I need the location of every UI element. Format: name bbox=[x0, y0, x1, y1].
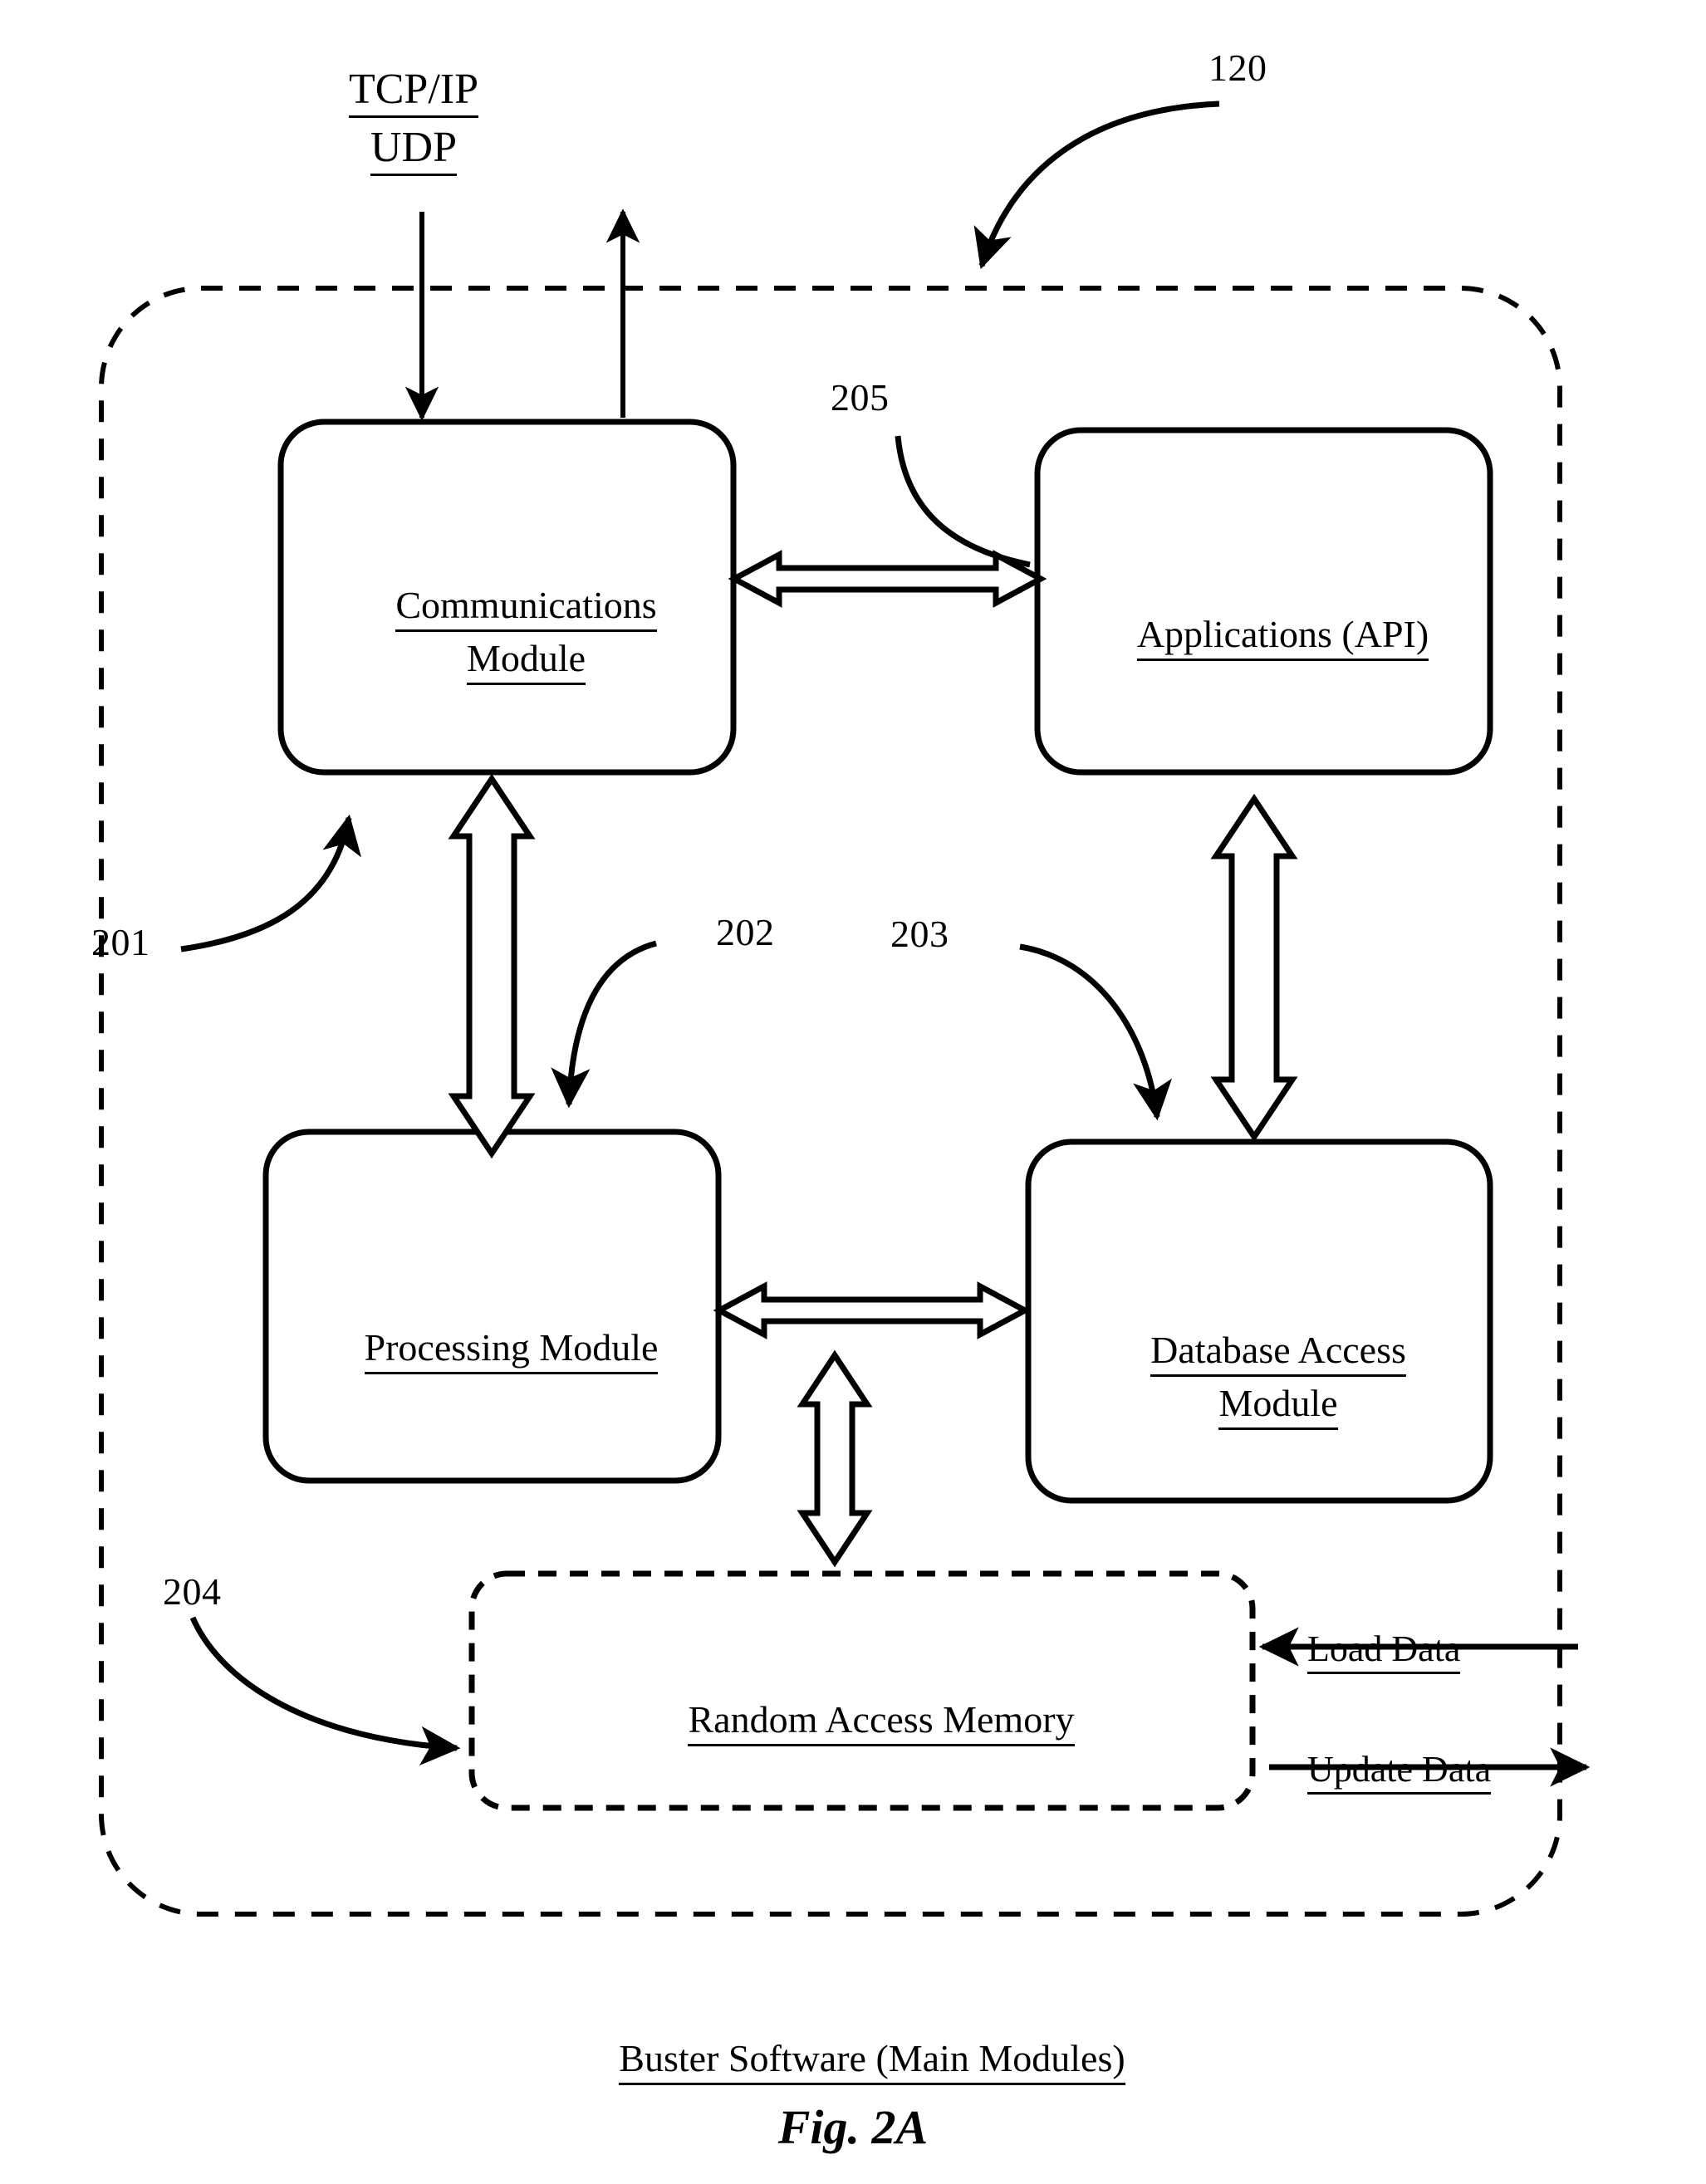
update-data-label: Update Data bbox=[1271, 1705, 1570, 1838]
arrow-processing-database bbox=[713, 1281, 1032, 1339]
leader-203 bbox=[1019, 943, 1173, 1121]
random-access-memory-label: Random Access Memory bbox=[472, 1653, 1253, 1791]
processing-module-label: Processing Module bbox=[266, 1281, 718, 1419]
protocol-label-udp: UDP bbox=[274, 106, 540, 192]
leader-120 bbox=[973, 100, 1220, 270]
arrow-communications-processing bbox=[448, 773, 536, 1159]
diagram-vector-layer bbox=[99, 100, 1591, 1917]
ref-numeral-205: 205 bbox=[831, 376, 890, 419]
ref-numeral-202: 202 bbox=[716, 911, 775, 953]
leader-205 bbox=[895, 435, 1031, 568]
figure-number-label: Fig. 2A bbox=[777, 2100, 929, 2154]
ref-numeral-204: 204 bbox=[163, 1570, 222, 1613]
ref-numeral-203: 203 bbox=[890, 913, 949, 955]
patent-figure-2a: TCP/IP UDP 120 Communications Module App… bbox=[0, 0, 1706, 2184]
arrow-bus-memory bbox=[797, 1349, 873, 1568]
ref-numeral-120: 120 bbox=[1208, 47, 1267, 89]
database-access-module-label-line2: Module bbox=[1028, 1336, 1490, 1475]
applications-module-label: Applications (API) bbox=[1037, 567, 1490, 706]
ref-numeral-201: 201 bbox=[91, 921, 150, 963]
arrow-applications-database bbox=[1210, 793, 1298, 1143]
leader-204 bbox=[189, 1616, 461, 1765]
load-data-label: Load Data bbox=[1271, 1584, 1553, 1717]
leader-202 bbox=[551, 940, 657, 1109]
communications-module-label-line2: Module bbox=[281, 591, 733, 730]
arrow-communications-applications bbox=[728, 550, 1047, 608]
